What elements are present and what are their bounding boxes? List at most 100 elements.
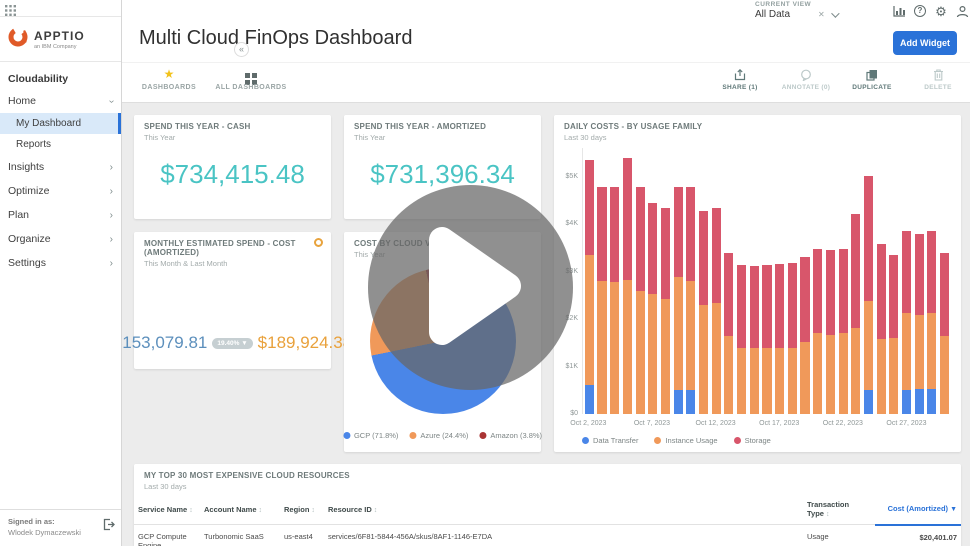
- bar-oct-14[interactable]: [735, 148, 748, 414]
- bar-chart: $0$1K$2K$3K$4K$5K Oct 2, 2023Oct 7, 2023…: [554, 142, 961, 452]
- bar-segment-data-transfer: [686, 390, 696, 414]
- chevron-right-icon: ›: [109, 161, 113, 173]
- widget-top-expensive-resources: MY TOP 30 MOST EXPENSIVE CLOUD RESOURCES…: [134, 464, 961, 546]
- sort-icon[interactable]: ↕: [259, 507, 263, 514]
- y-axis-tick: $1K: [565, 362, 578, 370]
- bar-oct-29[interactable]: [926, 148, 939, 414]
- sort-icon[interactable]: ↕: [826, 511, 830, 518]
- settings-gear-icon[interactable]: ⚙: [934, 4, 948, 18]
- sort-icon[interactable]: ↕: [374, 507, 378, 514]
- bar-oct-10[interactable]: [685, 148, 698, 414]
- sidebar-collapse-button[interactable]: «: [234, 42, 249, 57]
- bar-oct-30[interactable]: [938, 148, 951, 414]
- y-axis-tick: $4K: [565, 220, 578, 227]
- legend-item-instance-usage[interactable]: Instance Usage: [654, 436, 718, 445]
- column-header-cost-amortized-[interactable]: Cost (Amortized) ▼: [875, 495, 961, 526]
- legend-item-gcp[interactable]: GCP (71.8%): [342, 431, 398, 440]
- bar-oct-5[interactable]: [621, 148, 634, 414]
- y-axis-tick: $0: [570, 410, 578, 417]
- column-header-resource-id[interactable]: Resource ID ↕: [324, 495, 803, 525]
- bar-oct-23[interactable]: [849, 148, 862, 414]
- bar-oct-21[interactable]: [824, 148, 837, 414]
- bar-oct-9[interactable]: [672, 148, 685, 414]
- sidebar-item-optimize[interactable]: Optimize ›: [0, 179, 121, 203]
- sidebar-item-reports[interactable]: Reports: [0, 134, 121, 155]
- duplicate-button[interactable]: DUPLICATE: [844, 68, 900, 91]
- bar-oct-17[interactable]: [773, 148, 786, 414]
- bar-segment-storage: [673, 186, 683, 278]
- bar-oct-2[interactable]: [583, 148, 596, 414]
- bar-segment-instance-usage: [686, 281, 696, 391]
- reports-chart-icon[interactable]: [892, 4, 906, 18]
- sidebar-item-label: Settings: [8, 257, 46, 269]
- kpi-value: $731,396.34: [370, 159, 515, 189]
- bar-segment-storage: [610, 186, 620, 283]
- table-row[interactable]: GCP Compute Engine Turbonomic SaaS us-east…: [134, 524, 961, 546]
- bar-oct-28[interactable]: [913, 148, 926, 414]
- column-header-transaction-type[interactable]: Transaction Type ↕: [803, 495, 875, 525]
- annotate-icon: [778, 68, 834, 82]
- sidebar-item-settings[interactable]: Settings ›: [0, 251, 121, 275]
- chevron-right-icon: ›: [109, 185, 113, 197]
- sidebar-item-home-label: Home: [8, 95, 37, 107]
- sidebar-item-my-dashboard[interactable]: My Dashboard: [0, 113, 121, 134]
- tab-dashboards[interactable]: ★ DASHBOARDS: [128, 67, 210, 91]
- column-header-service-name[interactable]: Service Name ↕: [134, 495, 200, 525]
- bar-oct-24[interactable]: [862, 148, 875, 414]
- sort-icon[interactable]: ▼: [950, 506, 957, 513]
- bar-segment-storage: [914, 233, 924, 316]
- bar-oct-7[interactable]: [646, 148, 659, 414]
- sidebar-item-plan[interactable]: Plan ›: [0, 203, 121, 227]
- video-play-icon[interactable]: [424, 222, 524, 355]
- bar-oct-18[interactable]: [786, 148, 799, 414]
- cell-resource-id: services/6F81-5844-456A/skus/8AF1-1146-E…: [324, 524, 803, 546]
- sidebar-item-organize[interactable]: Organize ›: [0, 227, 121, 251]
- bar-oct-8[interactable]: [659, 148, 672, 414]
- bar-oct-25[interactable]: [875, 148, 888, 414]
- page-title: Multi Cloud FinOps Dashboard: [139, 27, 413, 49]
- bar-oct-3[interactable]: [596, 148, 609, 414]
- widget-subtitle: This Year: [144, 133, 176, 142]
- clear-view-icon[interactable]: ✕: [818, 10, 825, 19]
- tab-all-dashboards[interactable]: ALL DASHBOARDS: [210, 67, 292, 91]
- column-header-region[interactable]: Region ↕: [280, 495, 324, 525]
- bar-segment-storage: [927, 231, 937, 314]
- bar-segment-storage: [724, 253, 734, 336]
- bar-segment-instance-usage: [775, 347, 785, 414]
- bar-oct-27[interactable]: [900, 148, 913, 414]
- bar-oct-13[interactable]: [723, 148, 736, 414]
- current-view-value[interactable]: All Data: [755, 9, 790, 20]
- bar-oct-12[interactable]: [710, 148, 723, 414]
- sidebar-item-insights[interactable]: Insights ›: [0, 155, 121, 179]
- legend-item-storage[interactable]: Storage: [733, 436, 771, 445]
- legend-item-data-transfer[interactable]: Data Transfer: [582, 436, 638, 445]
- legend-dot-icon: [582, 437, 589, 444]
- legend-item-azure[interactable]: Azure (24.4%): [409, 431, 468, 440]
- app-launcher-icon[interactable]: [5, 3, 16, 21]
- help-icon[interactable]: ?: [913, 4, 927, 18]
- sort-icon[interactable]: ↕: [189, 507, 193, 514]
- bar-oct-11[interactable]: [697, 148, 710, 414]
- bar-oct-16[interactable]: [761, 148, 774, 414]
- add-widget-button[interactable]: Add Widget: [893, 31, 957, 55]
- logout-icon[interactable]: [103, 518, 115, 536]
- bar-oct-6[interactable]: [634, 148, 647, 414]
- bar-oct-4[interactable]: [608, 148, 621, 414]
- user-profile-icon[interactable]: [955, 4, 969, 18]
- sort-icon[interactable]: ↕: [311, 507, 315, 514]
- column-header-account-name[interactable]: Account Name ↕: [200, 495, 280, 525]
- widget-subtitle: Last 30 days: [144, 482, 187, 491]
- bar-oct-26[interactable]: [888, 148, 901, 414]
- view-dropdown-chevron-icon[interactable]: [830, 8, 840, 18]
- share-button[interactable]: SHARE (1): [712, 68, 768, 91]
- dashboard-tabstrip: ★ DASHBOARDS ALL DASHBOARDS SHARE (1) ANNOT…: [122, 62, 970, 103]
- bar-oct-19[interactable]: [799, 148, 812, 414]
- bar-segment-instance-usage: [914, 315, 924, 390]
- sidebar-item-home[interactable]: Home ›: [0, 89, 121, 113]
- bar-segment-storage: [838, 249, 848, 334]
- legend-item-amazon[interactable]: Amazon (3.8%): [479, 431, 542, 440]
- change-badge: 19.40% ▼: [212, 337, 253, 349]
- bar-oct-15[interactable]: [748, 148, 761, 414]
- bar-oct-20[interactable]: [811, 148, 824, 414]
- bar-oct-22[interactable]: [837, 148, 850, 414]
